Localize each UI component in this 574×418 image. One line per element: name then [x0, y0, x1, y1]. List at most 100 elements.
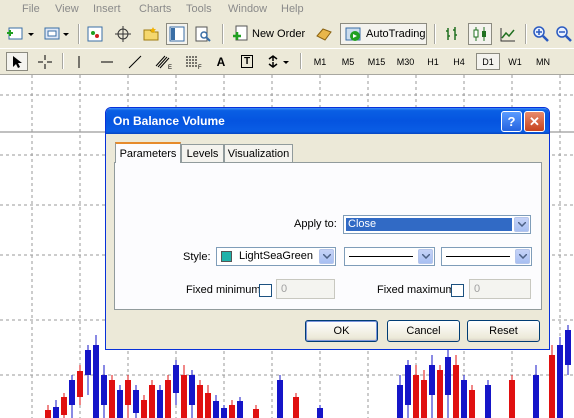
candle-body [549, 355, 555, 418]
timeframe-m30[interactable]: M30 [392, 53, 419, 70]
tab-levels[interactable]: Levels [181, 144, 224, 162]
candle-body [253, 409, 259, 418]
on-balance-volume-dialog: On Balance Volume ? ✕ Parameters Levels … [105, 107, 550, 350]
text-button[interactable]: A [210, 52, 232, 71]
candle-body [125, 380, 131, 405]
new-chart-button[interactable] [6, 23, 36, 45]
timeframe-m1[interactable]: M1 [307, 53, 333, 70]
arrows-button[interactable] [264, 52, 294, 71]
fixed-maximum-checkbox[interactable] [451, 284, 464, 297]
dialog-title: On Balance Volume [113, 114, 225, 128]
menu-charts[interactable]: Charts [139, 3, 171, 15]
menu-view[interactable]: View [55, 3, 79, 15]
candle-body [413, 375, 419, 418]
equidistant-channel-button[interactable]: E [152, 52, 176, 71]
new-order-button[interactable]: New Order [229, 23, 307, 45]
candle-body [165, 380, 171, 418]
line-chart-button[interactable] [497, 23, 519, 45]
vertical-line-button[interactable] [68, 52, 90, 71]
apply-to-select[interactable]: Close [343, 215, 531, 234]
timeframe-d1[interactable]: D1 [476, 53, 500, 70]
channel-icon: E [155, 55, 172, 70]
profiles-button[interactable] [42, 23, 72, 45]
fixed-minimum-label: Fixed minimum [186, 284, 261, 296]
line-style-select[interactable] [344, 247, 435, 266]
dialog-titlebar[interactable]: On Balance Volume ? ✕ [106, 108, 549, 134]
candle-body [85, 350, 91, 375]
data-window-button[interactable] [166, 23, 188, 45]
strategy-tester-button[interactable] [192, 23, 214, 45]
candle-body [397, 385, 403, 418]
zoom-out-button[interactable] [554, 23, 574, 45]
style-color-select[interactable]: LightSeaGreen [216, 247, 336, 266]
timeframe-m15[interactable]: M15 [363, 53, 390, 70]
menu-insert[interactable]: Insert [93, 3, 121, 15]
trendline-button[interactable] [124, 52, 146, 71]
line-chart-icon [500, 28, 515, 42]
close-button[interactable]: ✕ [524, 111, 545, 132]
candle-body [197, 385, 203, 418]
candle-body [109, 380, 115, 418]
svg-text:E: E [168, 65, 172, 70]
candle-body [421, 380, 427, 418]
candle-body [453, 365, 459, 418]
bar-chart-button[interactable] [441, 23, 463, 45]
market-watch-button[interactable] [84, 23, 106, 45]
zoom-in-button[interactable] [530, 23, 552, 45]
candle-body [437, 370, 443, 418]
candle-body [277, 380, 283, 418]
fibonacci-icon: F [186, 56, 202, 70]
metaeditor-button[interactable] [313, 23, 335, 45]
menu-window[interactable]: Window [228, 3, 267, 15]
tab-visualization[interactable]: Visualization [224, 144, 293, 162]
zoom-out-icon [556, 26, 572, 42]
reset-button[interactable]: Reset [467, 320, 540, 342]
candle-body [173, 365, 179, 393]
horizontal-line-button[interactable] [96, 52, 118, 71]
drawing-timeframe-toolbar: E F A T M1 M5 M15 M30 H1 H4 D1 W1 MN [0, 49, 574, 75]
candle-body [117, 390, 123, 418]
timeframe-m5[interactable]: M5 [335, 53, 361, 70]
candle-body [557, 345, 563, 418]
tab-parameters[interactable]: Parameters [115, 142, 181, 163]
fibonacci-button[interactable]: F [182, 52, 206, 71]
autotrading-button[interactable]: AutoTrading [340, 23, 427, 45]
candle-body [189, 375, 195, 405]
timeframe-mn[interactable]: MN [530, 53, 556, 70]
menu-help[interactable]: Help [281, 3, 304, 15]
folder-star-icon [143, 27, 159, 41]
fixed-minimum-input[interactable]: 0 [276, 279, 335, 299]
thin-line-sample [446, 256, 510, 257]
text-label-button[interactable]: T [236, 52, 258, 71]
crosshair-button[interactable] [34, 52, 56, 71]
help-button[interactable]: ? [501, 111, 522, 132]
standard-toolbar: New Order AutoTrading [0, 20, 574, 49]
ok-button[interactable]: OK [305, 320, 378, 342]
cursor-button[interactable] [6, 52, 28, 71]
line-width-select[interactable] [441, 247, 532, 266]
autotrading-icon [345, 27, 361, 41]
candle-body [69, 380, 75, 405]
apply-to-value: Close [346, 218, 512, 231]
fixed-minimum-checkbox[interactable] [259, 284, 272, 297]
cancel-button[interactable]: Cancel [387, 320, 460, 342]
navigator-button[interactable] [112, 23, 134, 45]
new-order-label: New Order [252, 28, 306, 40]
timeframe-h4[interactable]: H4 [447, 53, 471, 70]
candle-body [485, 385, 491, 418]
menu-file[interactable]: File [22, 3, 40, 15]
candle-body [141, 400, 147, 418]
candle-body [157, 390, 163, 418]
candle-body [205, 393, 211, 418]
candlestick-button[interactable] [468, 23, 492, 45]
menu-tools[interactable]: Tools [186, 3, 212, 15]
folder-button[interactable] [140, 23, 162, 45]
candle-body [149, 385, 155, 418]
crosshair-icon [38, 54, 52, 69]
candlestick-icon [473, 27, 486, 41]
timeframe-h1[interactable]: H1 [421, 53, 445, 70]
fixed-maximum-input[interactable]: 0 [469, 279, 531, 299]
candle-body [533, 375, 539, 418]
timeframe-w1[interactable]: W1 [503, 53, 527, 70]
solid-line-sample [349, 256, 413, 257]
